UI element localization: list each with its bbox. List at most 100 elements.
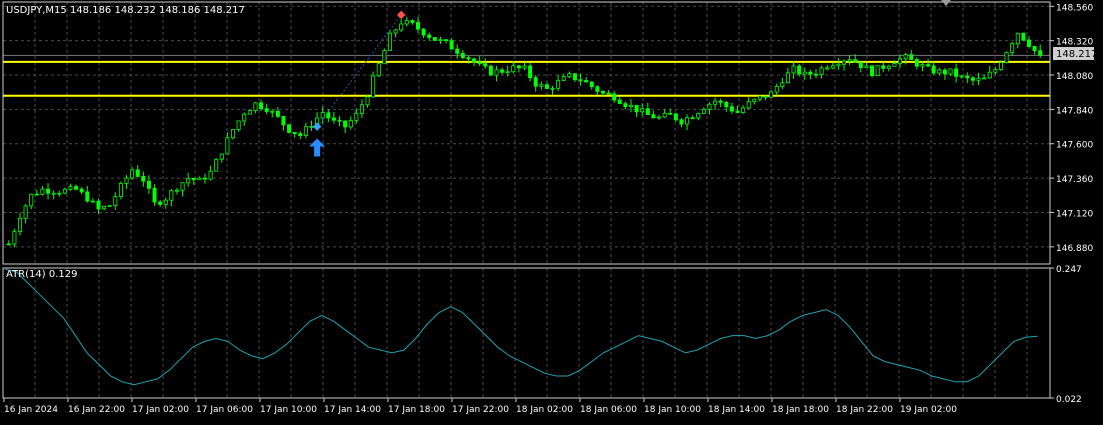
candle-body[interactable] xyxy=(365,96,370,106)
candle-body[interactable] xyxy=(842,60,847,65)
candle-body[interactable] xyxy=(998,62,1003,70)
candle-body[interactable] xyxy=(208,170,213,180)
candle-body[interactable] xyxy=(34,193,39,196)
candle-body[interactable] xyxy=(186,178,191,184)
candle-body[interactable] xyxy=(449,40,454,50)
candle-body[interactable] xyxy=(404,20,409,25)
candle-body[interactable] xyxy=(914,59,919,67)
candle-body[interactable] xyxy=(118,183,123,198)
candle-body[interactable] xyxy=(130,169,135,179)
candle-body[interactable] xyxy=(46,188,51,194)
candle-body[interactable] xyxy=(382,50,387,65)
candle-body[interactable] xyxy=(371,75,376,98)
candle-body[interactable] xyxy=(746,101,751,109)
candle-body[interactable] xyxy=(57,192,62,195)
candle-body[interactable] xyxy=(595,86,600,92)
candle-body[interactable] xyxy=(287,124,292,133)
candle-body[interactable] xyxy=(993,69,998,73)
candle-body[interactable] xyxy=(40,188,45,195)
candle-body[interactable] xyxy=(399,23,404,31)
candle-body[interactable] xyxy=(270,110,275,113)
candle-body[interactable] xyxy=(1021,32,1026,41)
candle-body[interactable] xyxy=(74,186,79,190)
chart-canvas[interactable]: 148.560 148.320 148.080 147.840 147.600 147.3… xyxy=(0,0,1103,421)
candle-body[interactable] xyxy=(102,205,107,210)
candle-body[interactable] xyxy=(679,119,684,125)
candle-body[interactable] xyxy=(12,231,17,245)
candle-body[interactable] xyxy=(124,177,129,184)
candle-body[interactable] xyxy=(528,65,533,79)
candle-body[interactable] xyxy=(724,102,729,108)
candle-body[interactable] xyxy=(533,77,538,87)
candle-body[interactable] xyxy=(62,188,67,194)
candle-body[interactable] xyxy=(259,102,264,109)
candle-body[interactable] xyxy=(163,199,168,205)
candle-body[interactable] xyxy=(970,77,975,81)
candle-body[interactable] xyxy=(522,65,527,69)
candle-body[interactable] xyxy=(415,22,420,30)
candle-body[interactable] xyxy=(477,61,482,65)
candle-body[interactable] xyxy=(550,87,555,90)
candle-body[interactable] xyxy=(438,39,443,42)
candle-body[interactable] xyxy=(870,65,875,77)
candle-body[interactable] xyxy=(875,65,880,77)
candle-body[interactable] xyxy=(214,158,219,172)
candle-body[interactable] xyxy=(236,120,241,130)
trading-chart[interactable]: 148.560 148.320 148.080 147.840 147.600 147.3… xyxy=(0,0,1103,421)
candle-body[interactable] xyxy=(926,64,931,67)
candle-body[interactable] xyxy=(1038,50,1043,56)
candle-body[interactable] xyxy=(348,120,353,128)
candle-body[interactable] xyxy=(819,67,824,75)
candle-body[interactable] xyxy=(505,71,510,74)
candle-body[interactable] xyxy=(219,153,224,160)
candle-body[interactable] xyxy=(466,57,471,60)
candle-body[interactable] xyxy=(606,92,611,95)
candle-body[interactable] xyxy=(903,54,908,60)
candle-body[interactable] xyxy=(976,77,981,81)
candle-body[interactable] xyxy=(1010,43,1015,53)
candle-body[interactable] xyxy=(959,75,964,78)
candle-body[interactable] xyxy=(488,65,493,76)
candle-body[interactable] xyxy=(920,64,925,67)
candle-body[interactable] xyxy=(881,65,886,69)
candle-body[interactable] xyxy=(741,107,746,113)
candle-body[interactable] xyxy=(1026,39,1031,47)
candle-body[interactable] xyxy=(825,67,830,70)
candle-body[interactable] xyxy=(309,126,314,128)
candle-body[interactable] xyxy=(247,110,252,115)
candle-body[interactable] xyxy=(578,79,583,82)
candle-body[interactable] xyxy=(410,20,415,23)
candle-body[interactable] xyxy=(589,81,594,88)
candle-body[interactable] xyxy=(696,112,701,119)
candle-body[interactable] xyxy=(1004,52,1009,63)
candle-body[interactable] xyxy=(797,65,802,75)
candle-body[interactable] xyxy=(113,196,118,207)
candle-body[interactable] xyxy=(359,104,364,114)
candle-body[interactable] xyxy=(23,205,28,219)
candle-body[interactable] xyxy=(836,63,841,67)
candle-body[interactable] xyxy=(511,65,516,73)
candle-body[interactable] xyxy=(29,193,34,207)
candle-body[interactable] xyxy=(460,52,465,59)
candle-body[interactable] xyxy=(673,113,678,121)
candle-body[interactable] xyxy=(808,71,813,75)
candle-body[interactable] xyxy=(275,110,280,117)
candle-body[interactable] xyxy=(387,32,392,51)
candle-body[interactable] xyxy=(281,116,286,126)
candle-body[interactable] xyxy=(303,126,308,136)
candle-body[interactable] xyxy=(892,63,897,67)
candle-body[interactable] xyxy=(729,106,734,112)
candle-body[interactable] xyxy=(600,91,605,94)
candle-body[interactable] xyxy=(645,108,650,116)
candle-body[interactable] xyxy=(567,73,572,78)
candle-body[interactable] xyxy=(1032,46,1037,52)
candle-body[interactable] xyxy=(90,200,95,203)
candle-body[interactable] xyxy=(202,177,207,180)
candle-body[interactable] xyxy=(561,76,566,81)
candle-body[interactable] xyxy=(942,69,947,75)
candle-body[interactable] xyxy=(612,93,617,101)
candle-body[interactable] xyxy=(948,68,953,75)
candle-body[interactable] xyxy=(158,201,163,205)
candle-body[interactable] xyxy=(954,68,959,77)
candle-body[interactable] xyxy=(180,182,185,191)
